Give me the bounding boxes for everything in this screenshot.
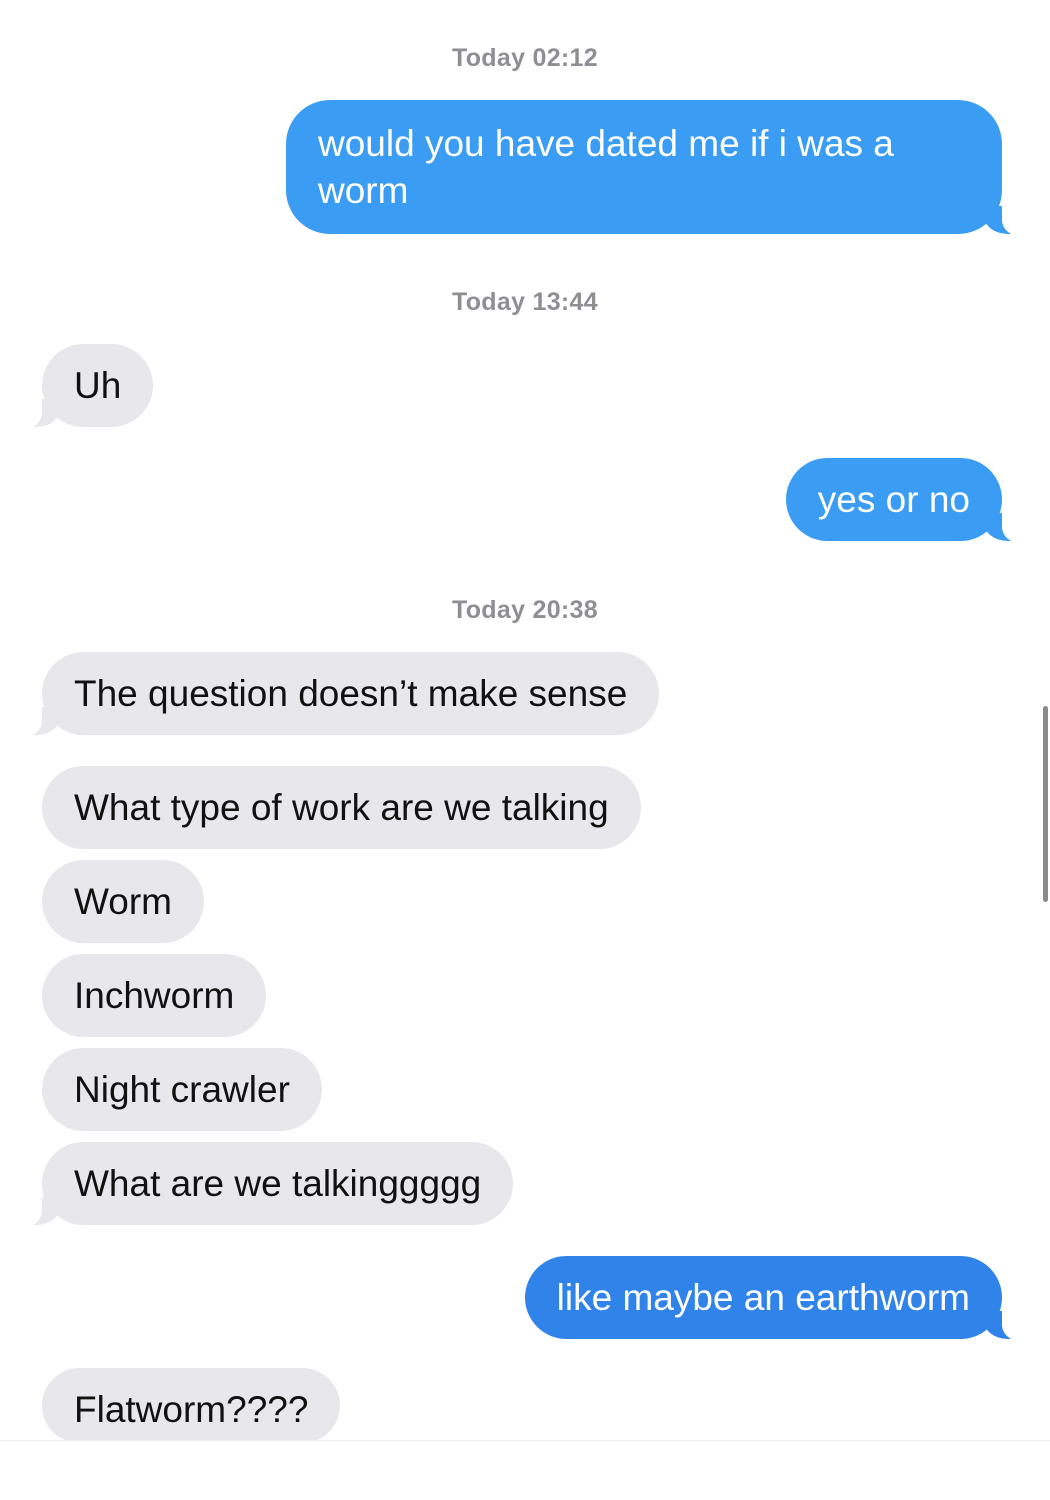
message-received[interactable]: Worm bbox=[42, 860, 204, 943]
message-received[interactable]: What type of work are we talking bbox=[42, 766, 641, 849]
message-text: would you have dated me if i was a worm bbox=[318, 123, 894, 211]
message-text: Inchworm bbox=[74, 975, 235, 1016]
message-sent[interactable]: would you have dated me if i was a worm bbox=[286, 100, 1032, 236]
timestamp: Today 02:12 bbox=[452, 44, 598, 72]
scroll-indicator[interactable] bbox=[1043, 706, 1048, 902]
message-text: What type of work are we talking bbox=[74, 787, 609, 828]
message-text: Night crawler bbox=[74, 1069, 290, 1110]
timestamp: Today 20:38 bbox=[452, 596, 598, 624]
message-text: Worm bbox=[74, 881, 172, 922]
message-received[interactable]: Uh bbox=[11, 344, 154, 429]
timestamp: Today 13:44 bbox=[452, 288, 598, 316]
message-received[interactable]: The question doesn’t make sense bbox=[11, 652, 660, 737]
message-text: Uh bbox=[74, 365, 122, 406]
screenshot-bottom-edge bbox=[0, 1440, 1050, 1500]
message-text: What are we talkinggggg bbox=[74, 1163, 482, 1204]
message-text: Flatworm???? bbox=[74, 1389, 309, 1430]
message-text: like maybe an earthworm bbox=[556, 1277, 970, 1318]
message-received[interactable]: Inchworm bbox=[42, 954, 267, 1037]
message-sent[interactable]: yes or no bbox=[785, 458, 1033, 543]
message-received[interactable]: What are we talkinggggg bbox=[11, 1142, 514, 1227]
message-received[interactable]: Flatworm???? bbox=[42, 1368, 341, 1443]
message-text: yes or no bbox=[817, 479, 970, 520]
message-thread[interactable]: Today 02:12 would you have dated me if i… bbox=[0, 0, 1050, 1443]
message-sent[interactable]: like maybe an earthworm bbox=[524, 1256, 1033, 1341]
message-received[interactable]: Night crawler bbox=[42, 1048, 322, 1131]
message-text: The question doesn’t make sense bbox=[74, 673, 628, 714]
